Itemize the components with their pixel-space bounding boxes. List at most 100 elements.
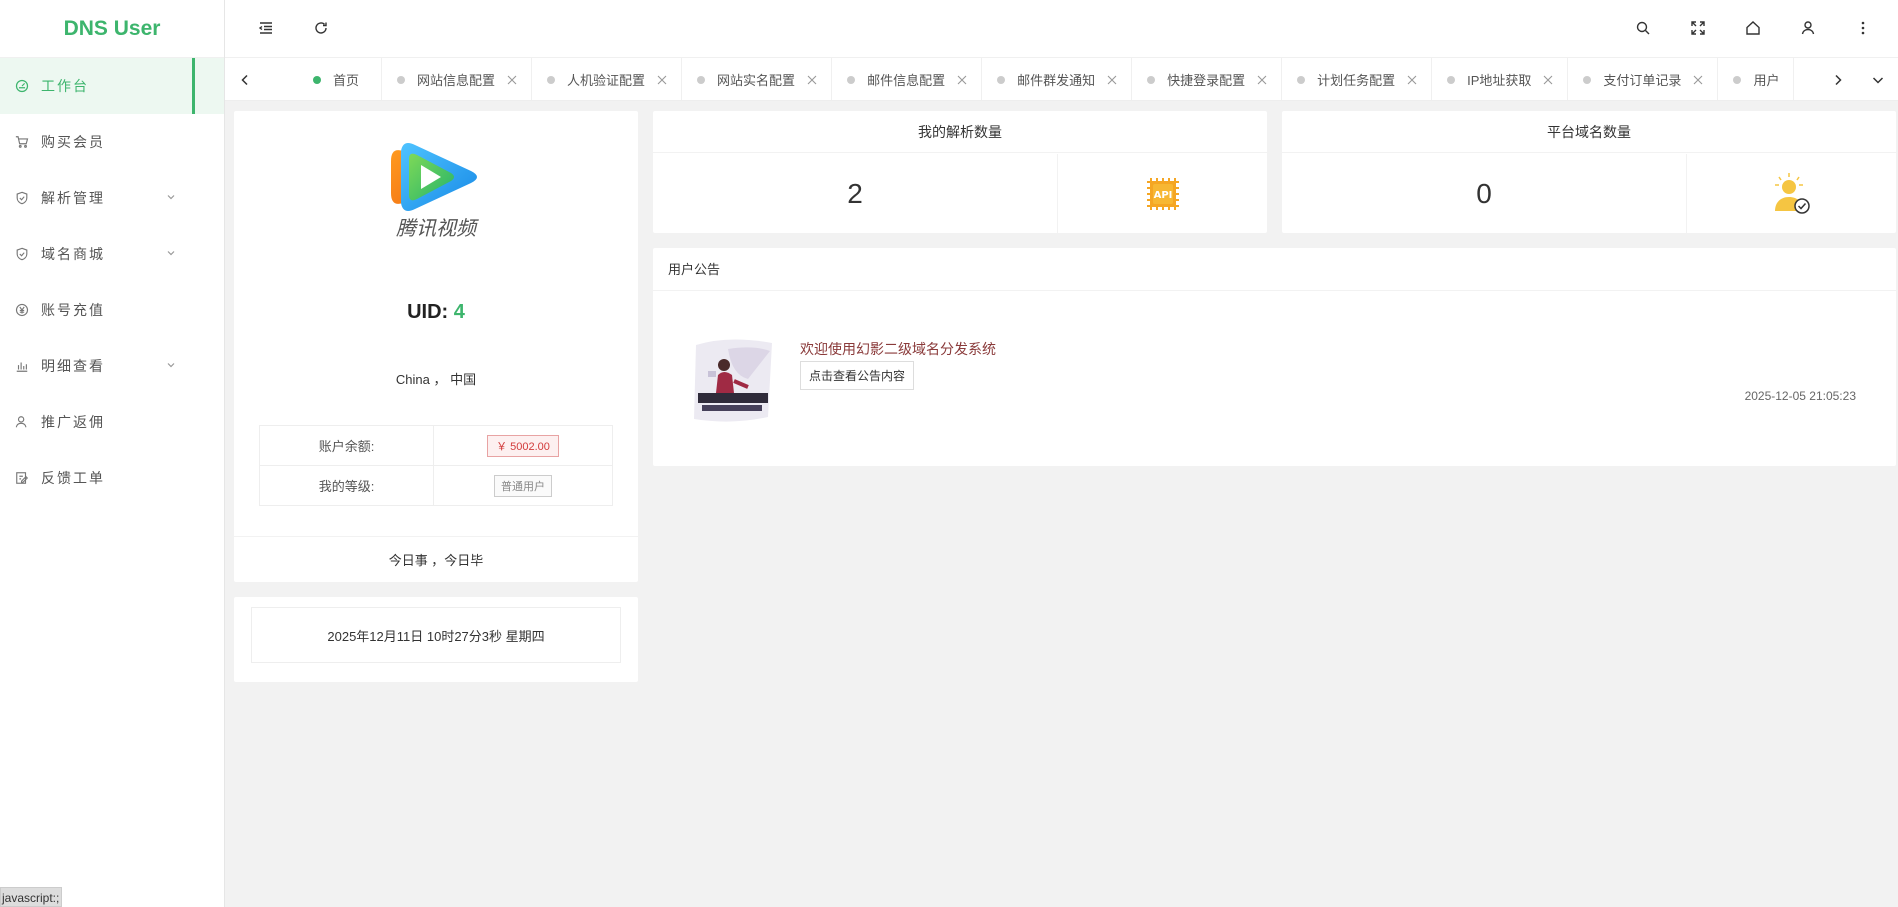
table-row: 我的等级: 普通用户 — [259, 465, 613, 506]
close-icon[interactable] — [657, 75, 667, 85]
close-icon[interactable] — [507, 75, 517, 85]
table-row: 账户余额: ￥ 5002.00 — [259, 425, 613, 466]
tab-status-dot — [997, 75, 1006, 84]
tabs-prev-button[interactable] — [225, 58, 265, 100]
logo-text: 腾讯视频 — [396, 216, 479, 239]
sidebar-item-buy-membership[interactable]: 购买会员 — [0, 114, 224, 170]
sidebar-item-label: 购买会员 — [41, 134, 105, 150]
tabs-next-button[interactable] — [1818, 58, 1858, 100]
balance-label: 账户余额: — [259, 425, 434, 466]
level-label: 我的等级: — [259, 465, 434, 506]
sidebar-item-referral[interactable]: 推广返佣 — [0, 394, 224, 450]
close-icon[interactable] — [957, 75, 967, 85]
stat-value: 0 — [1282, 154, 1687, 233]
tab-status-dot — [1733, 75, 1742, 84]
sidebar-item-feedback[interactable]: 反馈工单 — [0, 450, 224, 506]
tab-users[interactable]: 用户 — [1718, 58, 1795, 100]
tab-status-dot — [1583, 75, 1592, 84]
chevron-left-icon — [241, 74, 248, 85]
notice-headline[interactable]: 欢迎使用幻影二级域名分发系统 — [800, 339, 996, 359]
balance-cell: ￥ 5002.00 — [433, 425, 613, 466]
avatar-logo-icon: 腾讯视频 — [391, 143, 479, 239]
tab-label: 网站实名配置 — [717, 73, 796, 88]
close-icon[interactable] — [1407, 75, 1417, 85]
tab-captcha-config[interactable]: 人机验证配置 — [532, 58, 683, 100]
stat-title: 平台域名数量 — [1282, 111, 1896, 153]
tab-cron-config[interactable]: 计划任务配置 — [1282, 58, 1433, 100]
tab-label: 人机验证配置 — [567, 73, 646, 88]
tab-label: 计划任务配置 — [1317, 73, 1396, 88]
close-icon[interactable] — [807, 75, 817, 85]
close-icon[interactable] — [1543, 75, 1553, 85]
chevron-down-icon — [1872, 76, 1884, 84]
browser-status-bar: javascript:; — [0, 887, 63, 907]
notice-title: 用户公告 — [653, 248, 1896, 291]
tabs-bar: 首页 网站信息配置 人机验证配置 网站实名配置 邮件信息配置 邮件群发通知 快捷… — [225, 58, 1898, 101]
sidebar-item-label: 推广返佣 — [41, 414, 105, 430]
refresh-icon[interactable] — [312, 19, 330, 37]
tab-mass-mail[interactable]: 邮件群发通知 — [982, 58, 1133, 100]
tab-realname-config[interactable]: 网站实名配置 — [682, 58, 833, 100]
tab-home[interactable]: 首页 — [265, 58, 383, 100]
more-vertical-icon[interactable] — [1854, 19, 1872, 37]
fullscreen-icon[interactable] — [1689, 19, 1707, 37]
tab-label: 网站信息配置 — [417, 73, 496, 88]
bar-chart-icon — [14, 358, 30, 374]
app-logo-title[interactable]: DNS User — [0, 0, 224, 58]
sidebar-item-dashboard[interactable]: 工作台 — [0, 58, 224, 114]
level-badge: 普通用户 — [494, 474, 552, 497]
tab-ip-lookup[interactable]: IP地址获取 — [1432, 58, 1569, 100]
user-icon — [14, 414, 30, 430]
tab-quick-login-config[interactable]: 快捷登录配置 — [1132, 58, 1283, 100]
uid-label: UID: — [407, 301, 454, 323]
user-verified-icon — [1774, 172, 1810, 214]
tab-mail-info-config[interactable]: 邮件信息配置 — [832, 58, 983, 100]
sidebar-item-label: 域名商城 — [41, 246, 105, 262]
tab-status-dot — [547, 75, 556, 84]
edit-icon — [14, 470, 30, 486]
dns-records-stat-card: 我的解析数量 2 API — [653, 111, 1267, 233]
home-icon[interactable] — [1744, 19, 1762, 37]
platform-domains-stat-card: 平台域名数量 0 — [1282, 111, 1896, 233]
stat-body: 0 — [1282, 154, 1896, 233]
close-icon[interactable] — [1107, 75, 1117, 85]
cart-icon — [14, 134, 30, 150]
sidebar-item-dns-management[interactable]: 解析管理 — [0, 170, 224, 226]
view-notice-button[interactable]: 点击查看公告内容 — [800, 361, 915, 390]
notice-illustration-icon — [694, 339, 772, 422]
search-icon[interactable] — [1634, 19, 1652, 37]
shield-icon — [14, 190, 30, 206]
sidebar-menu: 工作台 购买会员 解析管理 域名商城 账号充值 明细查看 推广返佣 反馈工单 — [0, 58, 224, 506]
user-notice-card: 用户公告 欢迎使用幻影二级域名分发系统 点击查看公告内容 2025-12-05 … — [653, 248, 1896, 466]
tab-label: IP地址获取 — [1467, 73, 1532, 88]
tabs-dropdown-button[interactable] — [1858, 58, 1898, 100]
sidebar-item-domain-store[interactable]: 域名商城 — [0, 226, 224, 282]
tab-label: 快捷登录配置 — [1167, 73, 1246, 88]
balance-badge: ￥ 5002.00 — [487, 434, 559, 457]
chevron-down-icon — [167, 251, 175, 256]
stat-value: 2 — [653, 154, 1058, 233]
tab-status-dot — [313, 75, 321, 84]
chevron-down-icon — [167, 363, 175, 368]
uid-display: UID: 4 — [234, 301, 638, 324]
tab-label: 邮件信息配置 — [867, 73, 946, 88]
tab-status-dot — [1297, 75, 1306, 84]
tab-status-dot — [697, 75, 706, 84]
menu-collapse-icon[interactable] — [257, 19, 275, 37]
chevron-down-icon — [167, 195, 175, 200]
account-info-table: 账户余额: ￥ 5002.00 我的等级: 普通用户 — [259, 425, 613, 506]
top-header — [225, 0, 1898, 58]
tab-status-dot — [397, 75, 406, 84]
sidebar-item-label: 解析管理 — [41, 190, 105, 206]
close-icon[interactable] — [1693, 75, 1703, 85]
sidebar-item-details[interactable]: 明细查看 — [0, 338, 224, 394]
tab-status-dot — [1147, 75, 1156, 84]
api-text: API — [1153, 190, 1172, 201]
user-icon[interactable] — [1799, 19, 1817, 37]
close-icon[interactable] — [1257, 75, 1267, 85]
tab-payment-orders[interactable]: 支付订单记录 — [1568, 58, 1719, 100]
stat-icon-box — [1687, 154, 1896, 233]
sidebar-item-recharge[interactable]: 账号充值 — [0, 282, 224, 338]
tab-label: 用户 — [1753, 73, 1780, 88]
tab-site-info-config[interactable]: 网站信息配置 — [382, 58, 533, 100]
